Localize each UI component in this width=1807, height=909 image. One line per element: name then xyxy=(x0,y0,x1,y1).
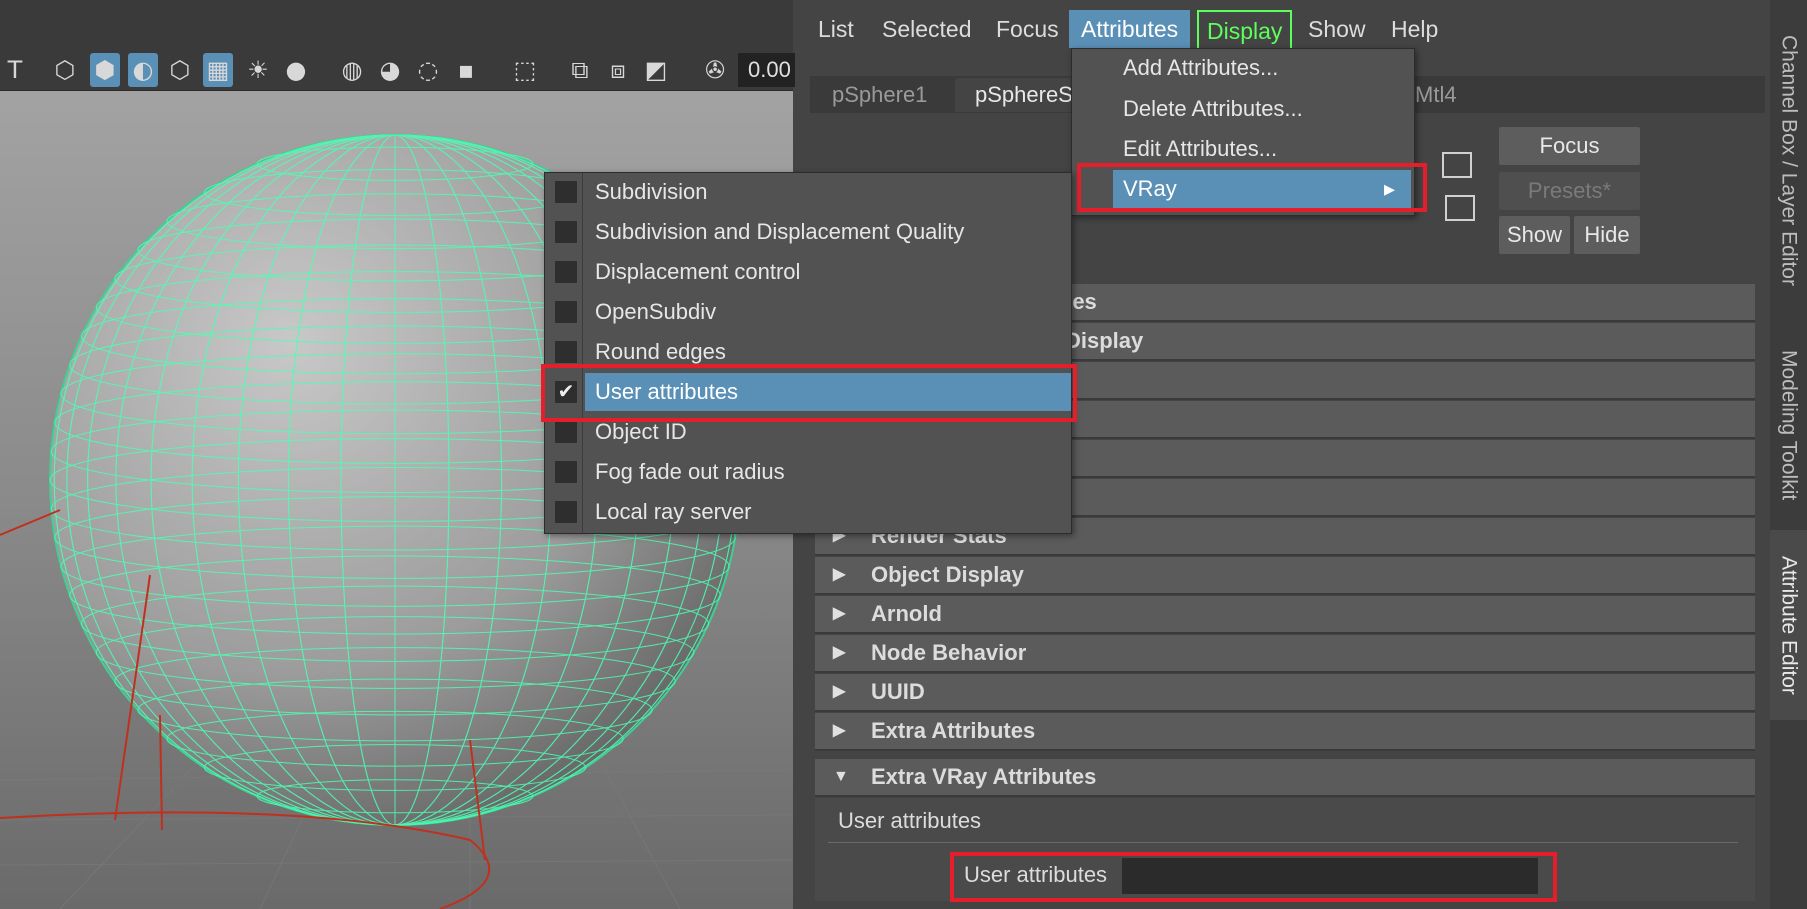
add-attributes-item[interactable]: Add Attributes... xyxy=(1072,49,1414,87)
vray-subdiv-quality-item[interactable]: Subdivision and Displacement Quality xyxy=(545,213,1071,251)
checkbox xyxy=(555,261,577,283)
presets-button[interactable]: Presets* xyxy=(1499,172,1640,210)
checkbox xyxy=(555,461,577,483)
collapse-arrow-icon: ▼ xyxy=(833,768,849,785)
select-camera-icon[interactable]: ⬚ xyxy=(510,53,540,87)
checkbox xyxy=(555,221,577,243)
item-label: Fog fade out radius xyxy=(595,459,785,484)
item-label: Subdivision and Displacement Quality xyxy=(595,219,965,244)
checkbox xyxy=(555,341,577,363)
vray-fog-fade-item[interactable]: Fog fade out radius xyxy=(545,453,1071,491)
load-attributes-icon[interactable] xyxy=(1442,152,1472,178)
menu-list[interactable]: List xyxy=(806,10,866,48)
user-attributes-subheader: User attributes xyxy=(838,808,982,833)
menu-focus[interactable]: Focus xyxy=(984,10,1071,48)
vray-subdivision-item[interactable]: Subdivision xyxy=(545,173,1071,211)
menu-show[interactable]: Show xyxy=(1296,10,1378,48)
film-gate-icon[interactable]: ◩ xyxy=(641,53,671,87)
antialias-icon[interactable]: ▪ xyxy=(451,53,481,87)
vray-opensubdiv-item[interactable]: OpenSubdiv xyxy=(545,293,1071,331)
expand-arrow-icon: ▶ xyxy=(833,683,846,700)
viewport-toolbar: T ⬡ ⬢ ◐ ⬡ ▦ ☀ ● ◍ ◕ ◌ ▪ ⬚ ⧉ ⧈ ◩ ✇ 0.00 xyxy=(0,0,803,91)
annotation-box-user-attributes-field xyxy=(950,852,1557,902)
focus-button[interactable]: Focus xyxy=(1499,127,1640,165)
checkbox xyxy=(555,421,577,443)
expand-arrow-icon: ▶ xyxy=(833,644,846,661)
item-label: OpenSubdiv xyxy=(595,299,717,324)
safe-frame-icon[interactable]: ⧈ xyxy=(603,53,633,87)
delete-attributes-item[interactable]: Delete Attributes... xyxy=(1072,90,1414,128)
wireframe-cube-icon[interactable]: ⬡ xyxy=(50,53,80,87)
tab-psphere1[interactable]: pSphere1 xyxy=(812,78,948,112)
vray-displacement-item[interactable]: Displacement control xyxy=(545,253,1071,291)
vray-submenu: Subdivision Subdivision and Displacement… xyxy=(544,172,1072,534)
expand-arrow-icon: ▶ xyxy=(833,605,846,622)
exposure-field[interactable]: 0.00 xyxy=(738,53,803,87)
copy-tab-icon[interactable] xyxy=(1445,195,1475,221)
text-icon[interactable]: T xyxy=(0,53,30,87)
checkbox xyxy=(555,181,577,203)
cube-outline-icon[interactable]: ⬡ xyxy=(165,53,195,87)
aperture-icon[interactable]: ✇ xyxy=(700,53,730,87)
expand-arrow-icon: ▶ xyxy=(833,566,846,583)
side-tab-channel-box[interactable]: Channel Box / Layer Editor xyxy=(1770,10,1807,310)
show-button[interactable]: Show xyxy=(1499,216,1570,254)
expand-arrow-icon: ▶ xyxy=(833,722,846,739)
checkbox xyxy=(555,501,577,523)
resolution-gate-icon[interactable]: ⧉ xyxy=(565,53,595,87)
section-extra-attributes[interactable]: ▶ Extra Attributes xyxy=(815,713,1755,751)
divider xyxy=(828,842,1738,843)
annotation-box-user-attributes xyxy=(541,364,1077,422)
vray-local-ray-server-item[interactable]: Local ray server xyxy=(545,493,1071,531)
checkbox xyxy=(555,301,577,323)
shadow-icon[interactable]: ● xyxy=(281,53,311,87)
menu-selected[interactable]: Selected xyxy=(870,10,984,48)
light-icon[interactable]: ☀ xyxy=(243,53,273,87)
annotation-box-vray xyxy=(1077,163,1427,212)
shaded-cube-icon[interactable]: ⬢ xyxy=(90,53,120,87)
textured-icon[interactable]: ◐ xyxy=(128,53,158,87)
item-label: Displacement control xyxy=(595,259,801,284)
section-object-display[interactable]: ▶ Object Display xyxy=(815,557,1755,595)
section-arnold[interactable]: ▶ Arnold xyxy=(815,596,1755,634)
side-tab-attribute-editor[interactable]: Attribute Editor xyxy=(1770,530,1807,720)
checker-icon[interactable]: ▦ xyxy=(203,53,233,87)
side-tab-modeling-toolkit[interactable]: Modeling Toolkit xyxy=(1770,330,1807,520)
item-label: Subdivision xyxy=(595,179,708,204)
item-label: Local ray server xyxy=(595,499,752,524)
section-extra-vray-attributes[interactable]: ▼ Extra VRay Attributes xyxy=(815,759,1755,797)
spheres-icon[interactable]: ◕ xyxy=(375,53,405,87)
hide-button[interactable]: Hide xyxy=(1574,216,1640,254)
ambient-occlusion-icon[interactable]: ◍ xyxy=(337,53,367,87)
section-node-behavior[interactable]: ▶ Node Behavior xyxy=(815,635,1755,673)
motion-blur-icon[interactable]: ◌ xyxy=(413,53,443,87)
menu-help[interactable]: Help xyxy=(1379,10,1450,48)
menu-display[interactable]: Display xyxy=(1197,10,1293,52)
section-uuid[interactable]: ▶ UUID xyxy=(815,674,1755,712)
menu-attributes[interactable]: Attributes xyxy=(1069,10,1191,48)
